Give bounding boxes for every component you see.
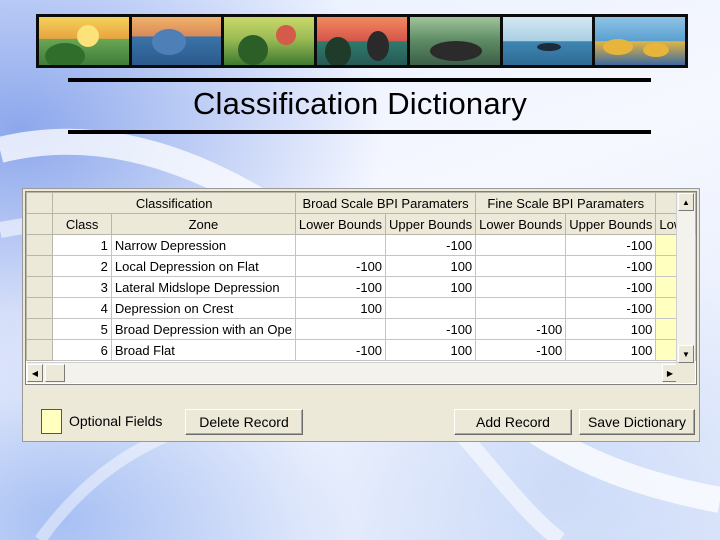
horizontal-scroll-thumb[interactable] (45, 364, 65, 382)
banner-panel-6 (502, 17, 593, 65)
scrollbar-corner (676, 363, 695, 383)
row-selector[interactable] (26, 318, 54, 340)
cell-broad-upper[interactable]: 100 (385, 255, 477, 277)
cell-zone[interactable]: Broad Depression with an Ope (110, 318, 296, 340)
table-row[interactable]: 6 Broad Flat -100 100 -100 100 (26, 339, 696, 361)
column-header-zone[interactable]: Zone (110, 213, 296, 235)
scroll-up-icon[interactable]: ▲ (678, 193, 694, 211)
cell-zone[interactable]: Broad Flat (110, 339, 296, 361)
title-rule-bottom (68, 130, 651, 134)
corner-cell (26, 192, 54, 214)
column-header-broad-upper[interactable]: Upper Bounds (385, 213, 477, 235)
cell-broad-upper[interactable]: -100 (385, 234, 477, 256)
banner-panel-4 (317, 17, 407, 65)
cell-fine-upper[interactable]: -100 (565, 276, 657, 298)
classification-grid: Classification Broad Scale BPI Paramater… (25, 191, 697, 385)
cell-zone[interactable]: Lateral Midslope Depression (110, 276, 296, 298)
cell-fine-lower[interactable] (475, 297, 567, 319)
cell-zone[interactable]: Depression on Crest (110, 297, 296, 319)
cell-class[interactable]: 1 (52, 234, 112, 256)
row-selector[interactable] (26, 339, 54, 361)
save-dictionary-button[interactable]: Save Dictionary (579, 409, 695, 435)
cell-fine-lower[interactable] (475, 255, 567, 277)
cell-class[interactable]: 2 (52, 255, 112, 277)
group-header-broad-scale: Broad Scale BPI Paramaters (294, 192, 477, 214)
row-selector[interactable] (26, 255, 54, 277)
cell-broad-lower[interactable] (294, 318, 387, 340)
header-banner (36, 14, 688, 68)
cell-fine-upper[interactable]: -100 (565, 234, 657, 256)
cell-class[interactable]: 6 (52, 339, 112, 361)
cell-broad-upper[interactable]: -100 (385, 318, 477, 340)
cell-broad-lower[interactable]: 100 (294, 297, 387, 319)
vertical-scrollbar[interactable]: ▲ ▼ (676, 193, 695, 363)
cell-fine-upper[interactable]: -100 (565, 297, 657, 319)
banner-panel-5 (409, 17, 500, 65)
add-record-button[interactable]: Add Record (454, 409, 572, 435)
table-row[interactable]: 2 Local Depression on Flat -100 100 -100 (26, 255, 696, 277)
scroll-left-icon[interactable]: ◀ (27, 364, 43, 382)
delete-record-button[interactable]: Delete Record (185, 409, 303, 435)
cell-broad-lower[interactable] (294, 234, 387, 256)
banner-panel-2 (131, 17, 222, 65)
table-row[interactable]: 4 Depression on Crest 100 -100 (26, 297, 696, 319)
optional-fields-swatch (41, 409, 62, 434)
table-row[interactable]: 3 Lateral Midslope Depression -100 100 -… (26, 276, 696, 298)
row-header-blank (26, 213, 54, 235)
cell-broad-upper[interactable]: 100 (385, 339, 477, 361)
cell-broad-lower[interactable]: -100 (294, 255, 387, 277)
column-header-fine-lower[interactable]: Lower Bounds (475, 213, 567, 235)
column-header-broad-lower[interactable]: Lower Bounds (294, 213, 387, 235)
table-row[interactable]: 1 Narrow Depression -100 -100 (26, 234, 696, 256)
banner-panel-1 (39, 17, 129, 65)
cell-broad-upper[interactable] (385, 297, 477, 319)
column-header-class[interactable]: Class (52, 213, 112, 235)
title-rule-top (68, 78, 651, 82)
cell-fine-upper[interactable]: 100 (565, 318, 657, 340)
cell-broad-lower[interactable]: -100 (294, 339, 387, 361)
slide-title: Classification Dictionary (192, 86, 528, 121)
scroll-down-icon[interactable]: ▼ (678, 345, 694, 363)
dictionary-window: Classification Broad Scale BPI Paramater… (22, 188, 700, 442)
horizontal-scrollbar[interactable]: ◀ ▶ (27, 362, 678, 383)
group-header-fine-scale: Fine Scale BPI Paramaters (475, 192, 657, 214)
row-selector[interactable] (26, 234, 54, 256)
cell-zone[interactable]: Narrow Depression (110, 234, 296, 256)
group-header-classification: Classification (52, 192, 296, 214)
cell-broad-lower[interactable]: -100 (294, 276, 387, 298)
cell-zone[interactable]: Local Depression on Flat (110, 255, 296, 277)
cell-fine-lower[interactable] (475, 276, 567, 298)
cell-fine-upper[interactable]: 100 (565, 339, 657, 361)
cell-class[interactable]: 5 (52, 318, 112, 340)
column-header-fine-upper[interactable]: Upper Bounds (565, 213, 657, 235)
cell-fine-lower[interactable] (475, 234, 567, 256)
cell-class[interactable]: 3 (52, 276, 112, 298)
cell-fine-lower[interactable]: -100 (475, 318, 567, 340)
row-selector[interactable] (26, 276, 54, 298)
grid-table: Classification Broad Scale BPI Paramater… (26, 192, 696, 361)
banner-panel-7 (595, 17, 686, 65)
optional-fields-label: Optional Fields (69, 413, 163, 429)
cell-broad-upper[interactable]: 100 (385, 276, 477, 298)
cell-class[interactable]: 4 (52, 297, 112, 319)
cell-fine-upper[interactable]: -100 (565, 255, 657, 277)
banner-panel-3 (224, 17, 315, 65)
row-selector[interactable] (26, 297, 54, 319)
table-row[interactable]: 5 Broad Depression with an Ope -100 -100… (26, 318, 696, 340)
cell-fine-lower[interactable]: -100 (475, 339, 567, 361)
